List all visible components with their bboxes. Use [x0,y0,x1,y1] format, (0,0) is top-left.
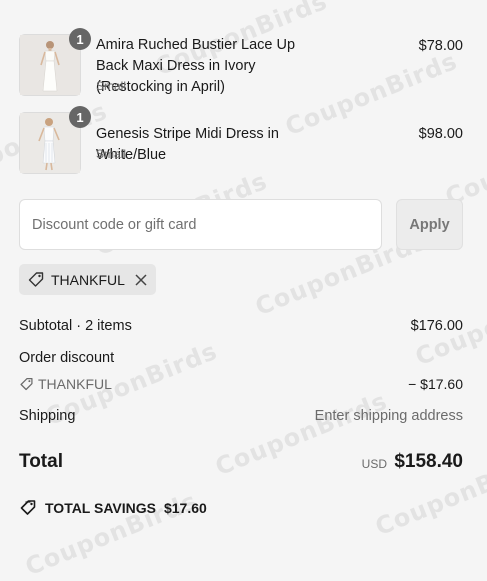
tag-icon [28,271,44,287]
shipping-value: Enter shipping address [314,408,463,424]
discount-code-label: THANKFUL [38,376,112,392]
order-discount-label: Order discount [19,350,115,366]
product-name: Genesis Stripe Midi Dress in White/Blue [96,126,279,163]
product-thumbnail: 1 [19,28,91,96]
product-price: $98.00 [418,126,463,142]
quantity-badge: 1 [69,28,91,50]
product-price: $78.00 [418,38,463,54]
total-value: $158.40 [394,451,463,472]
total-currency: USD [361,457,387,471]
line-item: 1 Genesis Stripe Midi Dress in White/Blu… [19,106,463,176]
applied-discount-code: THANKFUL [51,271,125,288]
product-thumbnail: 1 [19,106,91,174]
subtotal-value: $176.00 [410,318,463,334]
discount-value: − $17.60 [408,376,463,392]
savings-value: $17.60 [163,500,207,516]
total-savings: TOTAL SAVINGS $17.60 [19,499,207,517]
tag-icon [20,378,33,391]
discount-code-input[interactable] [19,199,382,250]
applied-discount-tag: THANKFUL [19,264,156,295]
shipping-label: Shipping [19,408,76,424]
product-variant: Small [96,147,127,161]
shipping-row: Shipping Enter shipping address [19,408,463,424]
order-summary: 1 Amira Ruched Bustier Lace Up Back Maxi… [0,0,487,538]
apply-discount-button[interactable]: Apply [396,199,463,250]
subtotal-row: Subtotal · 2 items $176.00 [19,318,463,334]
product-variant: Small [96,79,127,93]
savings-label: TOTAL SAVINGS [45,500,156,516]
order-discount-row: Order discount [19,350,463,366]
remove-discount-icon[interactable] [134,273,148,287]
product-name: Amira Ruched Bustier Lace Up Back Maxi D… [96,37,296,95]
tag-icon [20,500,36,515]
subtotal-label: Subtotal · 2 items [19,318,132,334]
quantity-badge: 1 [69,106,91,128]
total-label: Total [19,451,63,472]
line-item: 1 Amira Ruched Bustier Lace Up Back Maxi… [19,28,463,98]
